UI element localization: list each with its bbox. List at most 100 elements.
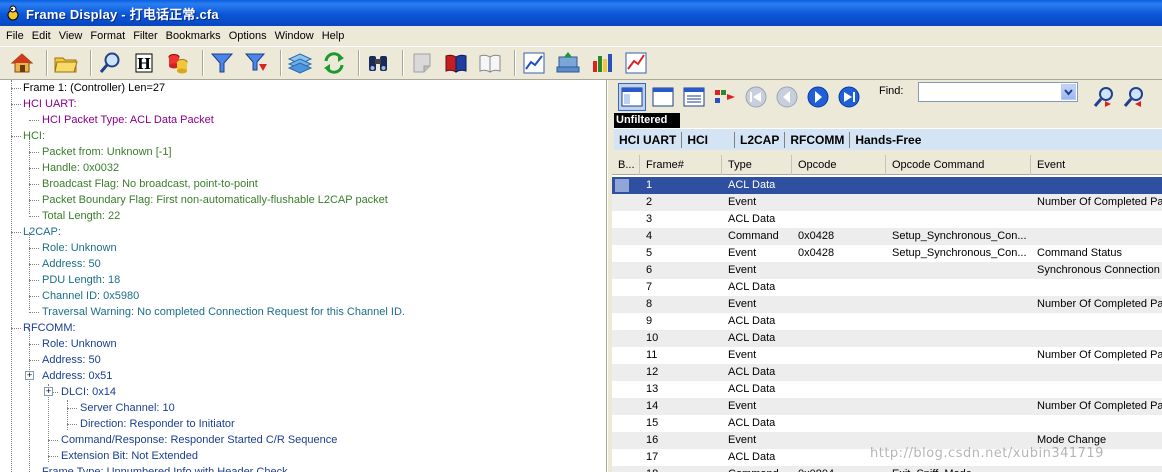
column-type[interactable]: Type xyxy=(722,155,792,175)
find-input[interactable] xyxy=(918,82,1078,102)
export-icon[interactable] xyxy=(711,83,739,111)
table-row[interactable]: 10 ACL Data xyxy=(612,330,1162,347)
tree-node-frame[interactable]: Frame 1: (Controller) Len=27 xyxy=(23,80,165,96)
layout-single-icon[interactable] xyxy=(649,83,677,111)
find-next-icon[interactable] xyxy=(1120,83,1148,111)
main-toolbar: H xyxy=(0,46,1162,80)
tree-field[interactable]: Broadcast Flag: No broadcast, point-to-p… xyxy=(42,176,258,192)
tree-field[interactable]: Role: Unknown xyxy=(42,240,117,256)
expand-toggle-icon[interactable]: + xyxy=(25,371,34,380)
title-bar[interactable]: Frame Display - 打电话正常.cfa xyxy=(0,0,1162,26)
last-frame-icon[interactable] xyxy=(835,83,863,111)
previous-frame-icon[interactable] xyxy=(773,83,801,111)
tree-field[interactable]: Traversal Warning: No completed Connecti… xyxy=(42,304,405,320)
column-event[interactable]: Event xyxy=(1031,155,1162,175)
table-row[interactable]: 18Command0x0804Exit_Sniff_Mode xyxy=(612,466,1162,472)
layout-list-icon[interactable] xyxy=(680,83,708,111)
tree-field[interactable]: Direction: Responder to Initiator xyxy=(80,416,235,432)
column-opcode[interactable]: Opcode xyxy=(792,155,886,175)
bar-chart-icon[interactable] xyxy=(588,49,616,77)
menu-format[interactable]: Format xyxy=(86,30,129,42)
tab-hci-uart[interactable]: HCI UART xyxy=(614,131,683,148)
tree-field[interactable]: Address: 50 xyxy=(42,352,101,368)
tree-field[interactable]: PDU Length: 18 xyxy=(42,272,120,288)
cell-cmd xyxy=(886,177,1031,194)
filter-remove-icon[interactable] xyxy=(242,49,270,77)
tree-field[interactable]: Channel ID: 0x5980 xyxy=(42,288,139,304)
menu-view[interactable]: View xyxy=(55,30,87,42)
cell-type: Event xyxy=(728,349,757,361)
tree-field[interactable]: Handle: 0x0032 xyxy=(42,160,119,176)
table-row[interactable]: 2 Event Number Of Completed Packets xyxy=(612,194,1162,211)
trend-chart-icon[interactable] xyxy=(622,49,650,77)
table-row[interactable]: 5 Event 0x0428 Setup_Synchronous_Con... Comm… xyxy=(612,245,1162,262)
line-chart-icon[interactable] xyxy=(520,49,548,77)
tree-node-dlci[interactable]: DLCI: 0x14 xyxy=(61,384,116,400)
tree-node-hci[interactable]: HCI: xyxy=(23,128,45,144)
tree-field[interactable]: Command/Response: Responder Started C/R … xyxy=(61,432,337,448)
table-row[interactable]: 12 ACL Data xyxy=(612,364,1162,381)
tree-node-address[interactable]: Address: 0x51 xyxy=(42,368,112,384)
tree-node-rfcomm[interactable]: RFCOMM: xyxy=(23,320,76,336)
book-open-icon[interactable] xyxy=(476,49,504,77)
layout-split-icon[interactable] xyxy=(618,83,646,111)
table-row[interactable]: 13 ACL Data xyxy=(612,381,1162,398)
table-row[interactable]: 14 Event Number Of Completed Packets xyxy=(612,398,1162,415)
filter-icon[interactable] xyxy=(208,49,236,77)
refresh-icon[interactable] xyxy=(320,49,348,77)
expand-toggle-icon[interactable]: + xyxy=(44,387,53,396)
menu-window[interactable]: Window xyxy=(271,30,318,42)
tree-field[interactable]: HCI Packet Type: ACL Data Packet xyxy=(42,112,214,128)
menu-bookmarks[interactable]: Bookmarks xyxy=(162,30,225,42)
tab-hands-free[interactable]: Hands-Free xyxy=(850,132,926,148)
table-row[interactable]: 9 ACL Data xyxy=(612,313,1162,330)
table-row[interactable]: 15 ACL Data xyxy=(612,415,1162,432)
tab-l2cap[interactable]: L2CAP xyxy=(735,131,786,148)
tree-node-l2cap[interactable]: L2CAP: xyxy=(23,224,61,240)
layers-icon[interactable] xyxy=(286,49,314,77)
unfiltered-tab[interactable]: Unfiltered xyxy=(614,113,680,128)
tree-field[interactable]: Address: 50 xyxy=(42,256,101,272)
first-frame-icon[interactable] xyxy=(742,83,770,111)
table-row[interactable]: 6 Event Synchronous Connection Complete xyxy=(612,262,1162,279)
table-row[interactable]: 1 ACL Data xyxy=(612,177,1162,194)
column-bookmark[interactable]: B... xyxy=(612,155,640,175)
network-icon[interactable] xyxy=(554,49,582,77)
tree-node-hci-uart[interactable]: HCI UART: xyxy=(23,96,77,112)
tab-hci[interactable]: HCI xyxy=(682,131,735,148)
tab-rfcomm[interactable]: RFCOMM xyxy=(785,131,851,148)
note-icon[interactable] xyxy=(408,49,436,77)
book-red-icon[interactable] xyxy=(442,49,470,77)
frame-list[interactable]: B... Frame# Type Opcode Opcode Command E… xyxy=(612,155,1162,472)
database-icon[interactable] xyxy=(164,49,192,77)
decode-tree-pane[interactable]: + + Frame 1: (Controller) Len=27 HCI UAR… xyxy=(0,80,607,472)
next-frame-icon[interactable] xyxy=(804,83,832,111)
table-row[interactable]: 8 Event Number Of Completed Packets xyxy=(612,296,1162,313)
menu-file[interactable]: File xyxy=(2,30,28,42)
column-opcode-command[interactable]: Opcode Command xyxy=(886,155,1031,175)
menu-filter[interactable]: Filter xyxy=(129,30,161,42)
menu-edit[interactable]: Edit xyxy=(28,30,55,42)
find-previous-icon[interactable] xyxy=(1090,83,1118,111)
tree-field[interactable]: Frame Type: Unnumbered Info with Header … xyxy=(42,464,288,472)
chevron-down-icon[interactable] xyxy=(1061,84,1076,100)
column-frame[interactable]: Frame# xyxy=(640,155,722,175)
table-row[interactable]: 4 Command 0x0428 Setup_Synchronous_Con... xyxy=(612,228,1162,245)
tree-field[interactable]: Extension Bit: Not Extended xyxy=(61,448,198,464)
tree-field[interactable]: Packet Boundary Flag: First non-automati… xyxy=(42,192,388,208)
menu-options[interactable]: Options xyxy=(225,30,271,42)
tree-field[interactable]: Server Channel: 10 xyxy=(80,400,175,416)
tree-field[interactable]: Packet from: Unknown [-1] xyxy=(42,144,172,160)
tree-field[interactable]: Total Length: 22 xyxy=(42,208,120,224)
binoculars-icon[interactable] xyxy=(364,49,392,77)
tree-field-label: Command/Response: Responder Started C/R … xyxy=(61,434,338,446)
table-row[interactable]: 11 Event Number Of Completed Packets xyxy=(612,347,1162,364)
menu-help[interactable]: Help xyxy=(318,30,349,42)
table-row[interactable]: 3 ACL Data xyxy=(612,211,1162,228)
search-icon[interactable] xyxy=(96,49,124,77)
open-folder-icon[interactable] xyxy=(52,49,80,77)
tree-field[interactable]: Role: Unknown xyxy=(42,336,117,352)
home-icon[interactable] xyxy=(8,49,36,77)
header-icon[interactable]: H xyxy=(130,49,158,77)
table-row[interactable]: 7 ACL Data xyxy=(612,279,1162,296)
